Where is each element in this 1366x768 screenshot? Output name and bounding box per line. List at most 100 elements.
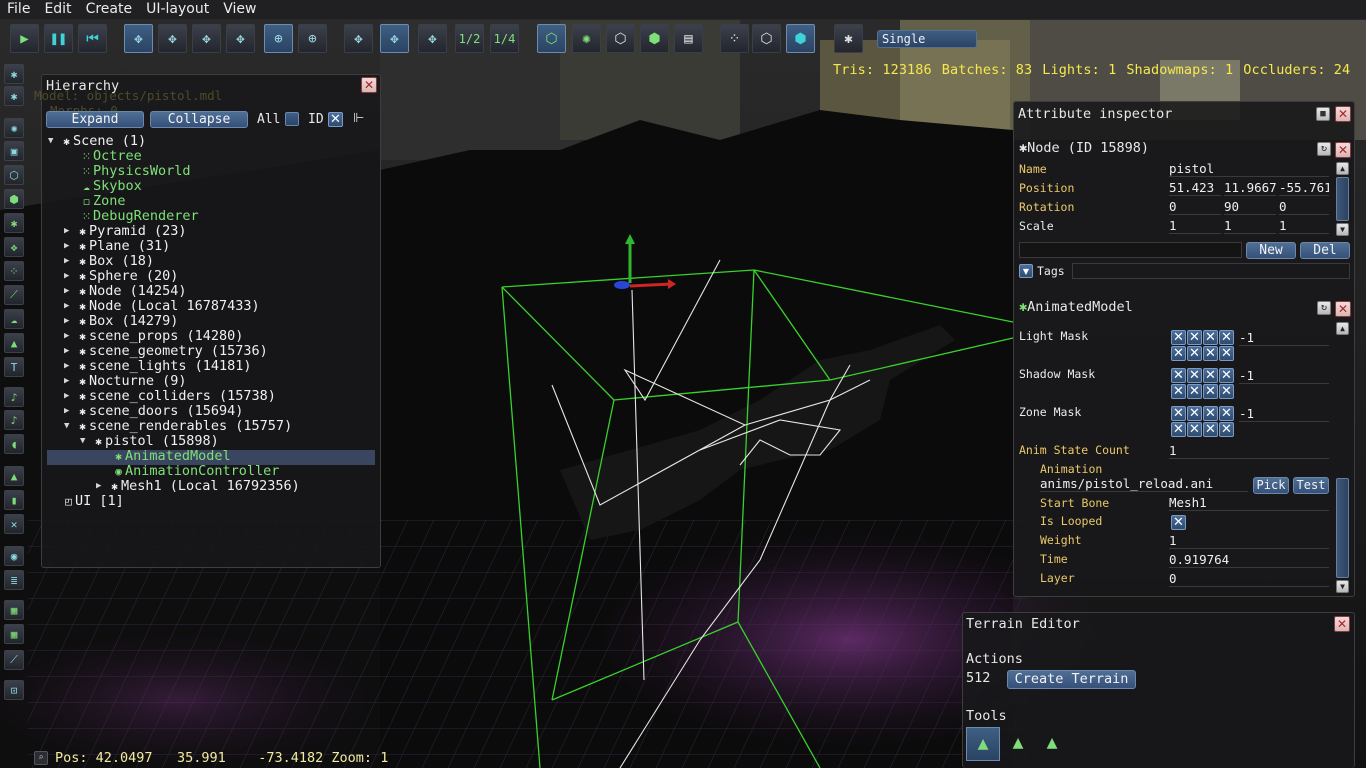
mask-bit-checkbox[interactable]: ✕ bbox=[1219, 406, 1234, 421]
component-scrollbar[interactable] bbox=[1336, 478, 1349, 578]
rotation-x-field[interactable]: 0 bbox=[1169, 199, 1221, 215]
tree-row-ui[interactable]: ◰ UI [1] bbox=[62, 494, 124, 509]
create-animationcontroller-button[interactable]: ◉ bbox=[4, 546, 24, 566]
pick-lights-button[interactable]: ✺ bbox=[572, 24, 601, 53]
tree-row-node[interactable]: ▶ ✱ Nocturne (9) bbox=[64, 374, 187, 389]
collapse-arrow-icon[interactable]: ▶ bbox=[64, 359, 76, 374]
mask-bit-checkbox[interactable]: ✕ bbox=[1203, 346, 1218, 361]
delete-tag-button[interactable]: Del bbox=[1300, 242, 1350, 259]
collapse-button[interactable]: Collapse bbox=[150, 111, 248, 128]
mask-bit-checkbox[interactable]: ✕ bbox=[1219, 422, 1234, 437]
collapse-arrow-icon[interactable]: ▶ bbox=[64, 404, 76, 419]
menu-edit[interactable]: Edit bbox=[37, 0, 78, 19]
create-light-button[interactable]: ✺ bbox=[4, 118, 24, 138]
select-tool-button[interactable]: ✥ bbox=[226, 24, 255, 53]
scale-y-field[interactable]: 1 bbox=[1224, 218, 1276, 234]
tree-row-node[interactable]: ▶ ✱ Box (18) bbox=[64, 254, 154, 269]
mask-bit-checkbox[interactable]: ✕ bbox=[1171, 384, 1186, 399]
scale-x-field[interactable]: 1 bbox=[1169, 218, 1221, 234]
create-soundlistener-button[interactable]: ◖ bbox=[4, 434, 24, 454]
collapse-arrow-icon[interactable]: ▶ bbox=[64, 254, 76, 269]
menu-file[interactable]: File bbox=[0, 0, 37, 19]
terrain-close-button[interactable]: ✕ bbox=[1334, 616, 1350, 632]
tree-row-node[interactable]: ▶ ✱ scene_doors (15694) bbox=[64, 404, 243, 419]
viewport-mode-select[interactable]: Single bbox=[877, 30, 977, 48]
is-looped-checkbox[interactable]: ✕ bbox=[1171, 515, 1186, 530]
position-y-field[interactable]: 11.9667 bbox=[1224, 180, 1276, 196]
tree-row-animatedmodel[interactable]: ✱ AnimatedModel bbox=[112, 449, 230, 464]
collapse-arrow-icon[interactable]: ▶ bbox=[64, 374, 76, 389]
tree-row-octree[interactable]: ⁙ Octree bbox=[80, 149, 142, 164]
inspector-close-button[interactable]: ✕ bbox=[1335, 106, 1351, 122]
create-zone-button[interactable]: ⬡ bbox=[4, 165, 24, 185]
node-scrollbar[interactable] bbox=[1336, 177, 1349, 221]
tree-row-node[interactable]: ▶ ✱ Node (14254) bbox=[64, 284, 187, 299]
tree-row-node[interactable]: ▶ ✱ scene_lights (14181) bbox=[64, 359, 252, 374]
inspector-lock-button[interactable]: ■ bbox=[1316, 107, 1330, 121]
create-billboard-button[interactable]: ✥ bbox=[4, 237, 24, 257]
create-offmeshconnection-button[interactable]: ⟋ bbox=[4, 650, 24, 670]
mask-bit-checkbox[interactable]: ✕ bbox=[1187, 422, 1202, 437]
id-checkbox[interactable]: ✕ bbox=[328, 112, 343, 127]
mask-bit-checkbox[interactable]: ✕ bbox=[1187, 330, 1202, 345]
name-field[interactable]: pistol bbox=[1169, 161, 1329, 177]
shadow-mask-value[interactable]: -1 bbox=[1239, 368, 1329, 384]
collapse-arrow-icon[interactable]: ▶ bbox=[64, 224, 76, 239]
component-scroll-down-button[interactable]: ▼ bbox=[1336, 580, 1349, 593]
expand-arrow-icon[interactable]: ▼ bbox=[64, 419, 76, 434]
create-animatedmodel-button[interactable]: ✱ bbox=[4, 213, 24, 233]
tree-row-node[interactable]: ▶ ✱ Sphere (20) bbox=[64, 269, 178, 284]
tree-row-scene[interactable]: ▼ ✱ Scene (1) bbox=[48, 134, 146, 149]
local-axes-button[interactable]: ⊕ bbox=[264, 24, 293, 53]
create-terrain-button[interactable]: ▲ bbox=[4, 333, 24, 353]
zone-mask-value[interactable]: -1 bbox=[1239, 406, 1329, 422]
mask-bit-checkbox[interactable]: ✕ bbox=[1219, 346, 1234, 361]
rotate-tool-button[interactable]: ✥ bbox=[158, 24, 187, 53]
mask-bit-checkbox[interactable]: ✕ bbox=[1171, 406, 1186, 421]
component-remove-button[interactable]: ✕ bbox=[1335, 301, 1351, 317]
menu-view[interactable]: View bbox=[216, 0, 263, 19]
smooth-terrain-tool[interactable]: ▲ bbox=[1035, 727, 1069, 761]
start-bone-field[interactable]: Mesh1 bbox=[1169, 495, 1329, 511]
rotation-z-field[interactable]: 0 bbox=[1279, 199, 1329, 215]
tree-row-physicsworld[interactable]: ⁙ PhysicsWorld bbox=[80, 164, 191, 179]
create-local-node-button[interactable]: ✱ bbox=[4, 86, 24, 106]
node-scroll-down-button[interactable]: ▼ bbox=[1336, 223, 1349, 236]
mask-bit-checkbox[interactable]: ✕ bbox=[1203, 406, 1218, 421]
scale-tool-button[interactable]: ✥ bbox=[192, 24, 221, 53]
create-soundsource-button[interactable]: ♪ bbox=[4, 387, 24, 407]
create-camera-button[interactable]: ▣ bbox=[4, 141, 24, 161]
rotation-y-field[interactable]: 90 bbox=[1224, 199, 1276, 215]
pick-ui-button[interactable]: ▤ bbox=[674, 24, 703, 53]
create-constraint-button[interactable]: ✕ bbox=[4, 514, 24, 534]
collapse-arrow-icon[interactable]: ▶ bbox=[64, 314, 76, 329]
tree-row-pistol[interactable]: ▼ ✱ pistol (15898) bbox=[80, 434, 219, 449]
revert-button[interactable]: ⏮ bbox=[78, 24, 107, 53]
create-skybox-button[interactable]: ☁ bbox=[4, 309, 24, 329]
create-collisionshape-button[interactable]: ▲ bbox=[4, 466, 24, 486]
mask-bit-checkbox[interactable]: ✕ bbox=[1187, 384, 1202, 399]
collapse-arrow-icon[interactable]: ▶ bbox=[64, 329, 76, 344]
move-tool-button[interactable]: ✥ bbox=[124, 24, 153, 53]
expand-button[interactable]: Expand bbox=[46, 111, 144, 128]
snap-scale-button[interactable]: ✥ bbox=[418, 24, 447, 53]
mask-bit-checkbox[interactable]: ✕ bbox=[1219, 368, 1234, 383]
create-rigidbody-button[interactable]: ▮ bbox=[4, 490, 24, 510]
tree-row-node[interactable]: ▶ ✱ scene_props (14280) bbox=[64, 329, 243, 344]
tree-row-animationcontroller[interactable]: ◉ AnimationController bbox=[112, 464, 279, 479]
weight-field[interactable]: 1 bbox=[1169, 533, 1329, 549]
mask-bit-checkbox[interactable]: ✕ bbox=[1171, 330, 1186, 345]
collapse-arrow-icon[interactable]: ▶ bbox=[64, 344, 76, 359]
tree-row-node[interactable]: ▼ ✱ scene_renderables (15757) bbox=[64, 419, 292, 434]
mask-bit-checkbox[interactable]: ✕ bbox=[1203, 368, 1218, 383]
snap-move-button[interactable]: ✥ bbox=[344, 24, 373, 53]
mask-bit-checkbox[interactable]: ✕ bbox=[1203, 330, 1218, 345]
create-scriptinstance-button[interactable]: ≣ bbox=[4, 570, 24, 590]
position-x-field[interactable]: 51.423 bbox=[1169, 180, 1221, 196]
view-settings-button[interactable]: ✱ bbox=[834, 24, 863, 53]
create-soundsource3d-button[interactable]: ♪ bbox=[4, 410, 24, 430]
fill-wireframe-button[interactable]: ⬡ bbox=[752, 24, 781, 53]
create-navigationmesh-button[interactable]: ▦ bbox=[4, 600, 24, 620]
snap-quarter-button[interactable]: 1/4 bbox=[490, 24, 519, 53]
tags-list[interactable] bbox=[1072, 263, 1350, 279]
